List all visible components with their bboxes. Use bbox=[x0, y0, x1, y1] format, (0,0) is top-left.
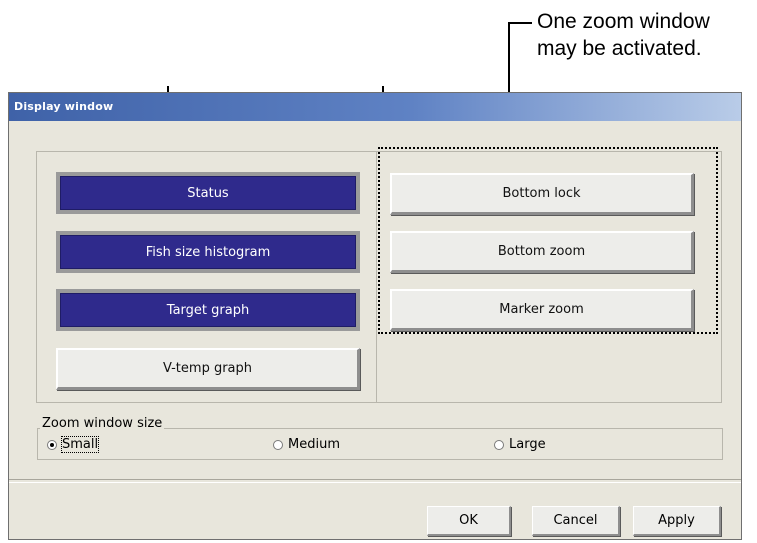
annotation-text: One zoom window may be activated. bbox=[537, 8, 710, 62]
radio-small[interactable]: Small bbox=[47, 436, 100, 453]
radio-medium-circle[interactable] bbox=[273, 439, 283, 450]
radio-large-label: Large bbox=[509, 437, 546, 452]
cancel-button[interactable]: Cancel bbox=[532, 506, 620, 536]
titlebar[interactable]: Display window bbox=[9, 93, 741, 121]
radio-small-label: Small bbox=[60, 436, 100, 453]
zoom-window-size-legend: Zoom window size bbox=[40, 416, 165, 431]
ok-button[interactable]: OK bbox=[427, 506, 511, 536]
zoom-group-highlight bbox=[378, 147, 718, 334]
zoom-window-size-group bbox=[37, 428, 723, 460]
radio-medium-label: Medium bbox=[288, 437, 340, 452]
apply-button-label: Apply bbox=[658, 513, 695, 528]
annotation-leader-horizontal bbox=[508, 22, 532, 24]
radio-large-circle[interactable] bbox=[494, 439, 504, 450]
radio-small-circle[interactable] bbox=[47, 439, 57, 450]
target-graph-button-label: Target graph bbox=[166, 302, 250, 318]
apply-button[interactable]: Apply bbox=[633, 506, 721, 536]
radio-large[interactable]: Large bbox=[494, 437, 546, 452]
fish-size-histogram-button-label: Fish size histogram bbox=[145, 244, 271, 260]
status-button-label: Status bbox=[187, 185, 229, 201]
fish-size-histogram-button[interactable]: Fish size histogram bbox=[56, 231, 360, 273]
figure: One zoom window may be activated. Displa… bbox=[0, 0, 757, 543]
footer-separator bbox=[9, 479, 741, 483]
annotation-line-1: One zoom window bbox=[537, 10, 710, 33]
panel-divider bbox=[376, 151, 377, 403]
ok-button-label: OK bbox=[459, 513, 478, 528]
annotation-line-2: may be activated. bbox=[537, 37, 702, 60]
v-temp-graph-button-label: V-temp graph bbox=[162, 361, 253, 376]
target-graph-button[interactable]: Target graph bbox=[56, 289, 360, 331]
window-title: Display window bbox=[14, 100, 114, 113]
cancel-button-label: Cancel bbox=[553, 513, 598, 528]
status-button[interactable]: Status bbox=[56, 172, 360, 214]
display-window-dialog: Display window Status Fish size histogra… bbox=[8, 92, 742, 540]
radio-medium[interactable]: Medium bbox=[273, 437, 340, 452]
v-temp-graph-button[interactable]: V-temp graph bbox=[56, 348, 360, 390]
